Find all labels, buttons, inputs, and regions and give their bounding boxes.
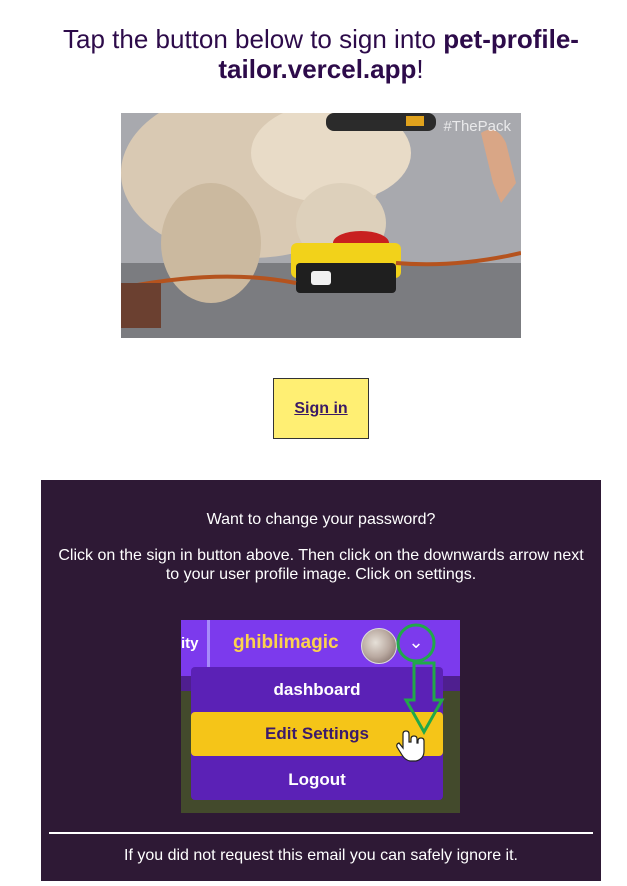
info-panel: Want to change your password? Click on t… xyxy=(41,480,601,881)
annotation-circle-icon xyxy=(396,623,436,663)
sign-in-button[interactable]: Sign in xyxy=(273,378,369,439)
sign-in-label[interactable]: Sign in xyxy=(294,400,347,418)
password-question: Want to change your password? xyxy=(206,511,436,528)
heading-suffix: ! xyxy=(416,54,424,84)
annotation-arrow-icon xyxy=(403,661,445,736)
annotation-overlay xyxy=(396,623,445,762)
password-instructions: Click on the sign in button above. Then … xyxy=(58,547,584,583)
heading-prefix: Tap the button below to sign into xyxy=(63,24,444,54)
page-heading: Tap the button below to sign into pet-pr… xyxy=(40,24,602,84)
dog-pressing-button-illustration xyxy=(121,113,521,338)
divider xyxy=(49,832,593,834)
footer-note: If you did not request this email you ca… xyxy=(124,847,518,864)
hand-cursor-icon xyxy=(396,730,425,762)
hero-watermark: #ThePack xyxy=(443,118,511,135)
hero-gif: #ThePack xyxy=(121,113,521,338)
instruction-screenshot: ity ghiblimagic ⌄ dashboard Edit Setting… xyxy=(181,620,460,813)
